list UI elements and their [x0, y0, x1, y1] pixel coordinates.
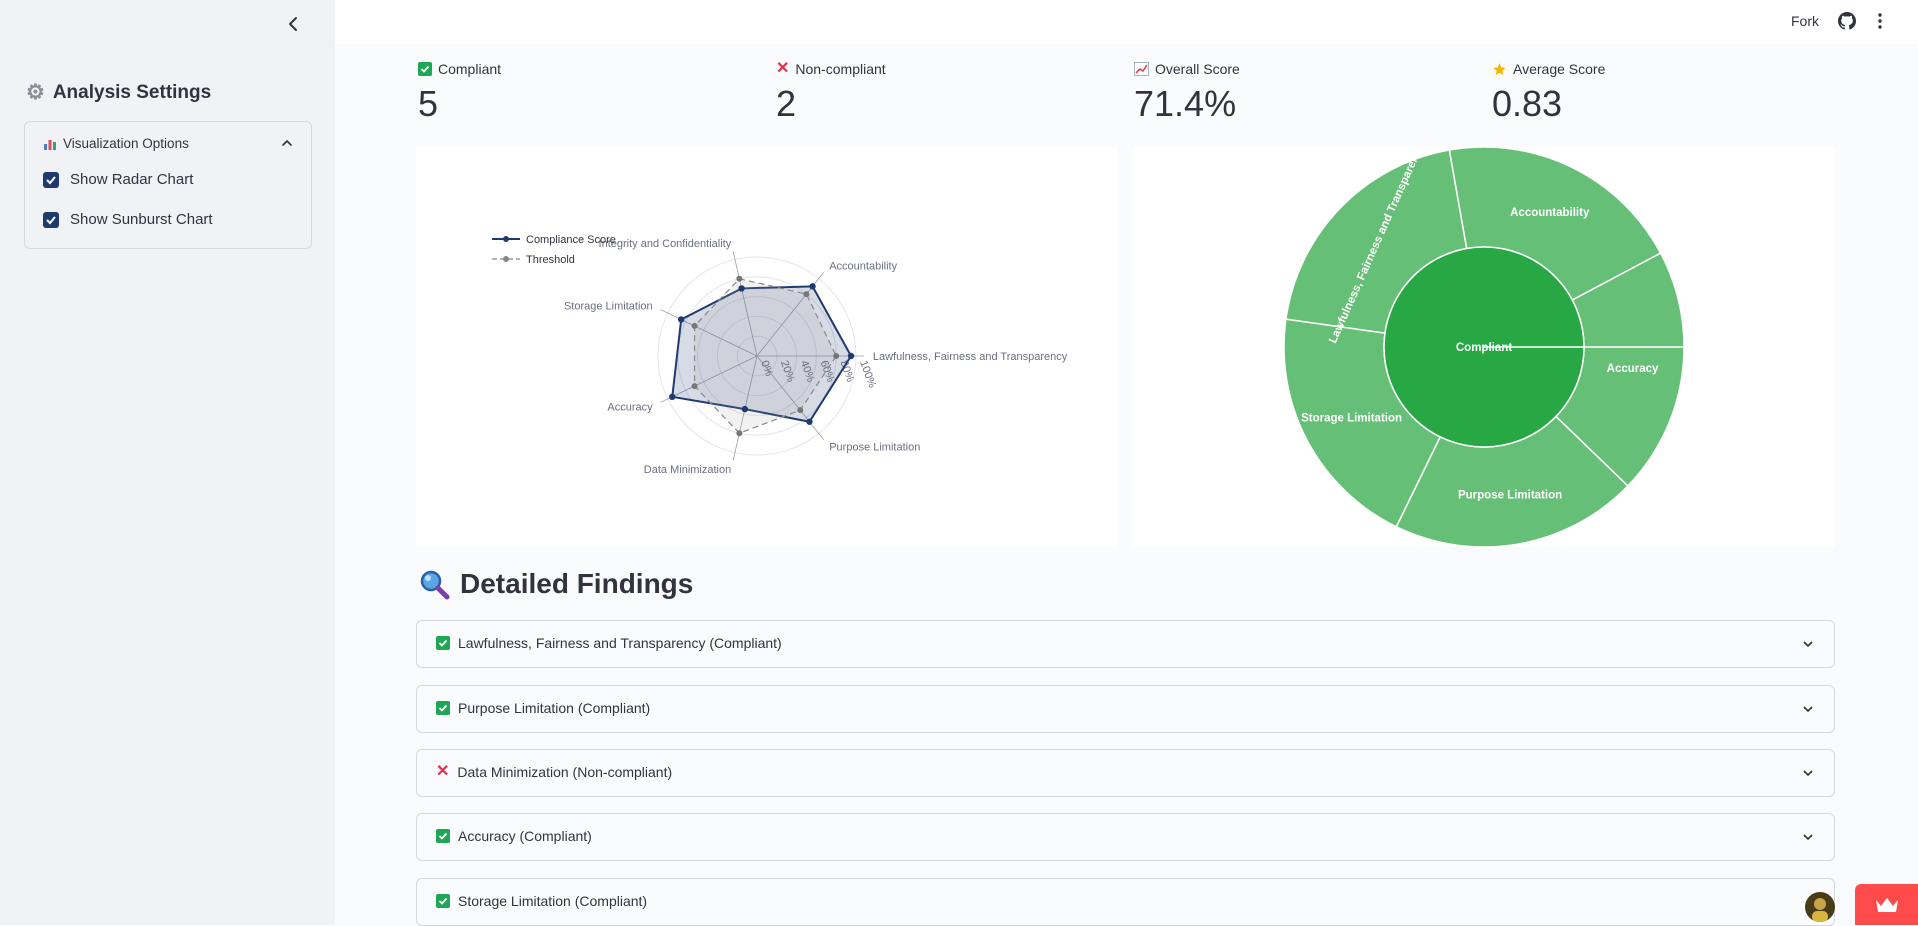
magnifier-icon	[420, 570, 450, 600]
radar-chart-panel[interactable]: 0%20%40%60%80%100% Lawfulness, Fairness …	[416, 147, 1117, 547]
compliance-score-point[interactable]	[809, 283, 816, 290]
radar-category-label: Accountability	[829, 260, 897, 272]
cross-icon: ✕	[776, 60, 790, 77]
checkbox-checked-icon[interactable]	[43, 211, 59, 228]
radar-category-label: Data Minimization	[644, 464, 731, 476]
radar-chart[interactable]: 0%20%40%60%80%100% Lawfulness, Fairness …	[416, 147, 1117, 547]
sidebar-title-text: Analysis Settings	[52, 81, 212, 103]
finding-expander[interactable]: Lawfulness, Fairness and Transparency (C…	[416, 620, 1835, 668]
sidebar-title: ⚙ Analysis Settings	[26, 80, 211, 105]
show-sunburst-chart-option[interactable]: Show Sunburst Chart	[43, 211, 213, 228]
radar-category-label: Storage Limitation	[564, 301, 653, 313]
finding-label: Storage Limitation (Compliant)	[458, 893, 648, 909]
metric-average-score: Average Score 0.83	[1492, 61, 1605, 125]
threshold-point[interactable]	[736, 275, 743, 282]
checkbox-checked-icon[interactable]	[43, 171, 59, 188]
threshold-point[interactable]	[736, 430, 743, 437]
avatar[interactable]	[1805, 892, 1835, 922]
compliance-score-point[interactable]	[806, 418, 813, 425]
chevron-down-icon[interactable]	[1802, 767, 1814, 779]
check-icon	[436, 829, 450, 843]
radar-category-label: Lawfulness, Fairness and Transparency	[873, 351, 1068, 363]
threshold-point[interactable]	[803, 291, 810, 298]
sunburst-segment-label: Accountability	[1510, 207, 1590, 219]
metric-label: Compliant	[438, 61, 502, 77]
radial-tick-label: 100%	[857, 359, 878, 390]
metric-value: 0.83	[1492, 83, 1563, 124]
cross-icon: ✕	[436, 763, 450, 780]
legend-threshold[interactable]: Threshold	[526, 254, 575, 266]
threshold-point[interactable]	[833, 353, 840, 359]
top-header	[335, 0, 1918, 44]
finding-label: Accuracy (Compliant)	[458, 828, 592, 844]
metric-non-compliant: ✕ Non-compliant 2	[776, 61, 886, 125]
metric-overall-score: Overall Score 71.4%	[1134, 61, 1240, 125]
finding-expander[interactable]: Purpose Limitation (Compliant)	[416, 685, 1835, 733]
metric-label: Overall Score	[1155, 61, 1240, 77]
finding-label: Lawfulness, Fairness and Transparency (C…	[458, 635, 782, 651]
findings-title-text: Detailed Findings	[460, 568, 694, 599]
checkbox-label: Show Radar Chart	[70, 171, 194, 188]
metric-value: 2	[776, 83, 797, 124]
gear-icon: ⚙	[26, 81, 45, 104]
expander-header[interactable]: Visualization Options	[43, 136, 189, 151]
checkbox-label: Show Sunburst Chart	[70, 211, 213, 228]
star-icon	[1493, 62, 1506, 75]
check-icon	[436, 636, 450, 650]
findings-title: Detailed Findings	[418, 568, 693, 600]
sunburst-segment-label: Accuracy	[1607, 363, 1659, 375]
chevron-down-icon[interactable]	[1802, 638, 1814, 650]
fork-link[interactable]: Fork	[1791, 13, 1819, 29]
finding-expander[interactable]: ✕ Data Minimization (Non-compliant)	[416, 749, 1835, 797]
sunburst-center-label: Compliant	[1456, 342, 1512, 354]
check-icon	[436, 701, 450, 715]
finding-expander[interactable]: Storage Limitation (Compliant)	[416, 878, 1835, 926]
compliance-score-point[interactable]	[677, 316, 685, 323]
sunburst-chart[interactable]: Accountability Accuracy Purpose Limitation…	[1133, 141, 1834, 548]
sunburst-chart-panel[interactable]: Accountability Accuracy Purpose Limitation…	[1133, 141, 1834, 548]
radar-category-label: Integrity and Confidentiality	[599, 238, 732, 250]
github-icon[interactable]	[1838, 12, 1856, 30]
collapse-sidebar-icon[interactable]	[284, 14, 304, 34]
finding-expander[interactable]: Accuracy (Compliant)	[416, 813, 1835, 861]
compliance-score-point[interactable]	[847, 352, 855, 360]
visualization-options-expander[interactable]: Visualization Options Show Radar Chart S…	[24, 121, 312, 249]
show-radar-chart-option[interactable]: Show Radar Chart	[43, 171, 193, 188]
metric-value: 5	[418, 83, 439, 124]
threshold-point[interactable]	[797, 407, 804, 414]
check-icon	[436, 894, 450, 908]
threshold-point[interactable]	[691, 322, 698, 329]
chevron-down-icon[interactable]	[1802, 831, 1814, 843]
sunburst-segment-label: Storage Limitation	[1301, 412, 1402, 424]
metric-value: 71.4%	[1134, 83, 1237, 124]
expander-label: Visualization Options	[63, 136, 189, 151]
finding-label: Purpose Limitation (Compliant)	[458, 700, 651, 716]
chevron-up-icon[interactable]	[281, 137, 293, 149]
legend-compliance-score[interactable]: Compliance Score	[526, 234, 616, 246]
sunburst-segment-label: Purpose Limitation	[1458, 490, 1562, 502]
bar-chart-icon	[44, 139, 56, 150]
metric-label: Average Score	[1513, 61, 1606, 77]
finding-label: Data Minimization (Non-compliant)	[457, 764, 673, 780]
metric-compliant: Compliant 5	[418, 61, 501, 125]
chevron-down-icon[interactable]	[1802, 703, 1814, 715]
main-menu-icon[interactable]	[1876, 12, 1884, 30]
metric-label: Non-compliant	[795, 61, 886, 77]
radar-legend[interactable]: Compliance Score Threshold	[492, 234, 616, 266]
check-icon	[418, 62, 432, 76]
crown-icon	[1875, 897, 1898, 912]
radar-category-label: Accuracy	[607, 401, 653, 413]
chart-increasing-icon	[1134, 62, 1149, 76]
compliance-score-point[interactable]	[741, 405, 749, 413]
sidebar: ⚙ Analysis Settings Visualization Option…	[0, 0, 335, 925]
compliance-score-point[interactable]	[738, 285, 745, 292]
radar-category-label: Purpose Limitation	[829, 442, 920, 454]
streamlit-badge[interactable]	[1855, 884, 1918, 925]
compliance-score-point[interactable]	[669, 393, 676, 401]
threshold-point[interactable]	[691, 383, 698, 390]
